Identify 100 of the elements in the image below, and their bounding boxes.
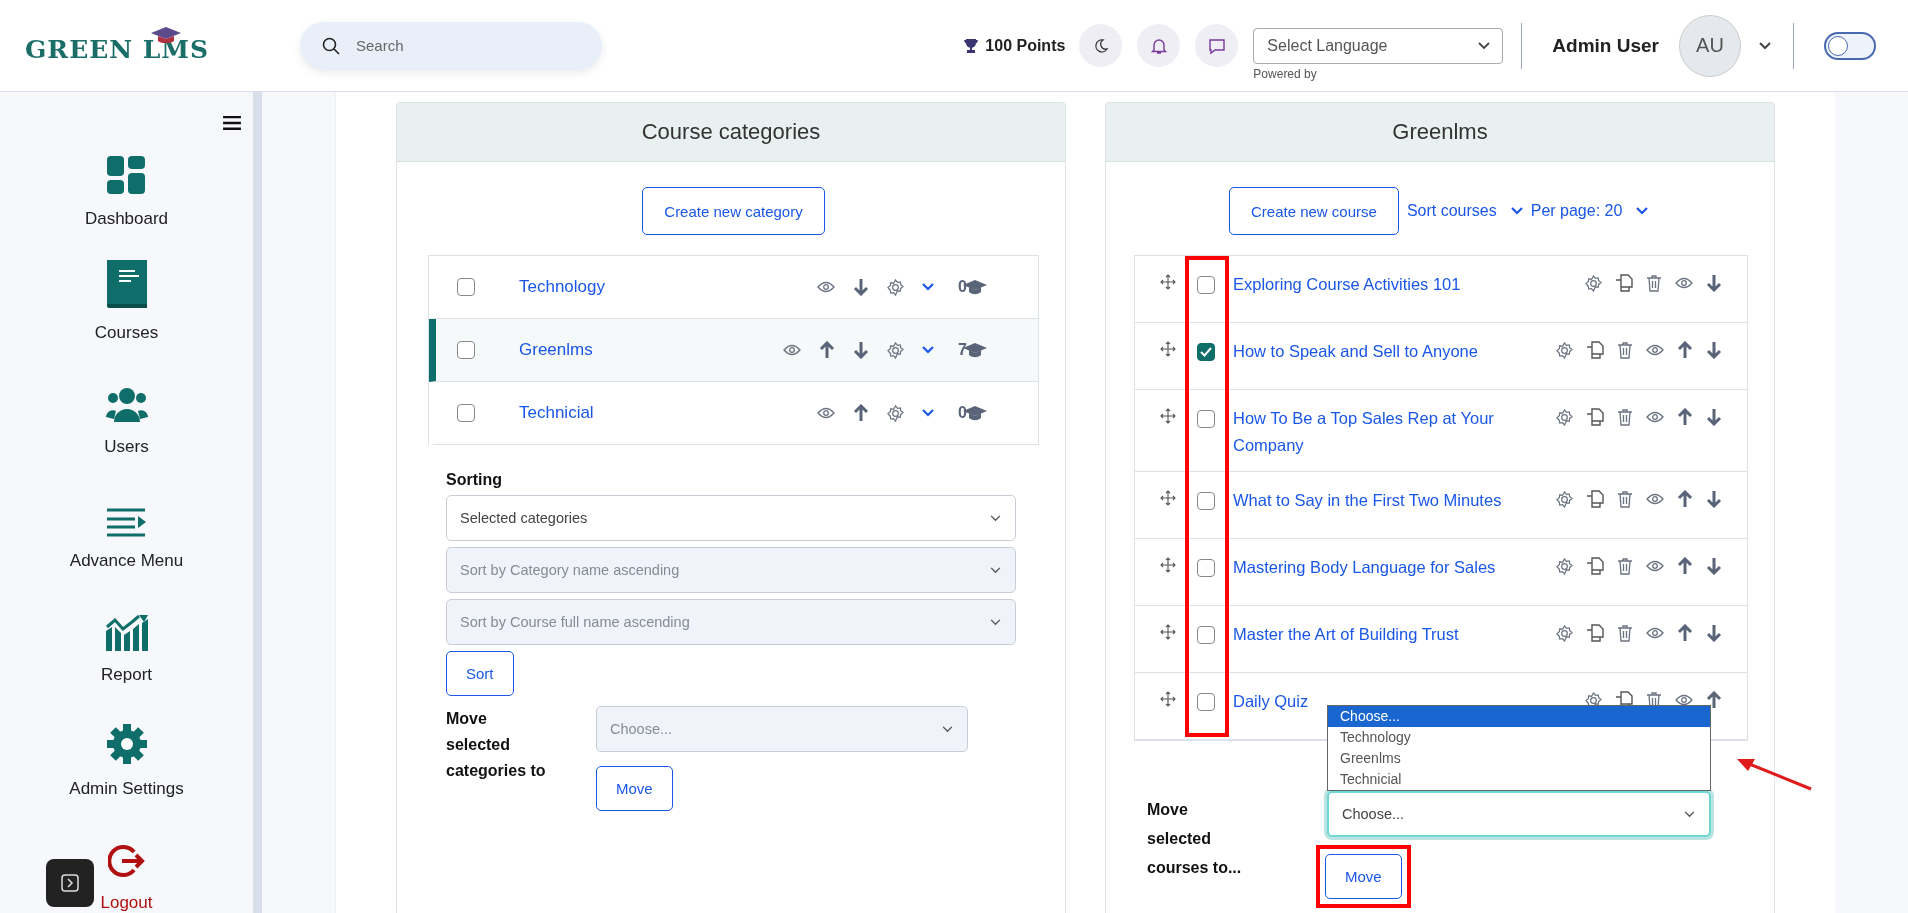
settings-icon[interactable] [887,404,904,422]
settings-icon[interactable] [887,341,904,359]
eye-icon[interactable] [817,281,835,293]
chevron-down-icon[interactable] [1510,207,1523,215]
arrow-up-icon[interactable] [1677,408,1693,426]
settings-icon[interactable] [1556,408,1573,426]
eye-icon[interactable] [783,344,801,356]
arrow-down-icon[interactable] [1706,408,1722,426]
category-link[interactable]: Greenlms [519,340,783,360]
sort-select[interactable]: Selected categories [446,495,1016,541]
chevron-down-icon[interactable] [922,283,934,291]
dropdown-option[interactable]: Choose... [1328,706,1710,727]
arrow-up-icon[interactable] [1677,624,1693,642]
copy-icon[interactable] [1586,557,1604,575]
copy-icon[interactable] [1586,490,1604,508]
move-button[interactable]: Move [1325,854,1402,899]
move-arrows-icon[interactable] [1160,490,1176,506]
arrow-up-icon[interactable] [1677,557,1693,575]
move-arrows-icon[interactable] [1160,341,1176,357]
course-link[interactable]: How To Be a Top Sales Rep at Your Company [1233,405,1533,459]
copy-icon[interactable] [1615,274,1633,292]
course-link[interactable]: How to Speak and Sell to Anyone [1233,338,1533,365]
move-arrows-icon[interactable] [1160,557,1176,573]
arrow-down-icon[interactable] [1706,557,1722,575]
user-avatar[interactable]: AU [1679,14,1741,77]
arrow-up-icon[interactable] [853,404,869,422]
trash-icon[interactable] [1617,557,1633,575]
dark-mode-button[interactable] [1079,24,1123,67]
arrow-down-icon[interactable] [853,278,869,296]
checkbox[interactable] [1197,626,1215,644]
sidebar-item[interactable]: Advance Menu [69,461,184,571]
sidebar-item[interactable]: Dashboard [84,133,169,229]
dropdown-option[interactable]: Greenlms [1328,748,1710,769]
category-select[interactable]: Choose... [1327,791,1711,837]
course-link[interactable]: What to Say in the First Two Minutes [1233,487,1533,514]
settings-icon[interactable] [887,278,904,296]
chevron-down-icon[interactable] [1759,41,1771,50]
settings-icon[interactable] [1556,490,1573,508]
checkbox[interactable] [457,341,475,359]
copy-icon[interactable] [1586,341,1604,359]
checkbox[interactable] [457,278,475,296]
move-button[interactable]: Move [596,766,673,811]
sidebar-item[interactable]: Users [104,347,149,457]
eye-icon[interactable] [1646,344,1664,356]
checkbox[interactable] [1197,410,1215,428]
checkbox[interactable] [1197,559,1215,577]
arrow-down-icon[interactable] [1706,490,1722,508]
arrow-up-icon[interactable] [1677,341,1693,359]
eye-icon[interactable] [1675,694,1693,706]
chevron-down-icon[interactable] [1636,207,1649,215]
eye-icon[interactable] [817,407,835,419]
toggle-switch[interactable] [1824,31,1876,60]
arrow-up-icon[interactable] [819,341,835,359]
course-link[interactable]: Mastering Body Language for Sales [1233,554,1533,581]
move-arrows-icon[interactable] [1160,274,1176,290]
trash-icon[interactable] [1617,408,1633,426]
arrow-up-icon[interactable] [1706,691,1722,709]
create-category-button[interactable]: Create new category [642,187,825,235]
move-arrows-icon[interactable] [1160,691,1176,707]
arrow-up-icon[interactable] [1677,490,1693,508]
arrow-down-icon[interactable] [1706,624,1722,642]
settings-icon[interactable] [1556,557,1573,575]
menu-icon[interactable] [223,116,241,130]
settings-icon[interactable] [1556,341,1573,359]
arrow-down-icon[interactable] [1706,274,1722,292]
expand-button[interactable] [46,859,94,907]
sort-courses-link[interactable]: Sort courses [1406,202,1497,220]
eye-icon[interactable] [1675,277,1693,289]
chevron-down-icon[interactable] [922,409,934,417]
eye-icon[interactable] [1646,560,1664,572]
category-link[interactable]: Technicial [519,403,817,423]
arrow-down-icon[interactable] [853,341,869,359]
search-field[interactable]: Search [300,21,602,70]
checkbox[interactable] [457,404,475,422]
copy-icon[interactable] [1586,624,1604,642]
language-select[interactable]: Select Language [1253,28,1504,64]
trash-icon[interactable] [1617,490,1633,508]
dropdown-option[interactable]: Technology [1328,727,1710,748]
eye-icon[interactable] [1646,627,1664,639]
move-arrows-icon[interactable] [1160,408,1176,424]
settings-icon[interactable] [1585,274,1602,292]
arrow-down-icon[interactable] [1706,341,1722,359]
checkbox[interactable] [1197,343,1215,361]
checkbox[interactable] [1197,276,1215,294]
logo[interactable]: GREEN LMS [25,27,210,64]
sidebar-item[interactable]: Logout [100,803,153,913]
course-link[interactable]: Master the Art of Building Trust [1233,621,1533,648]
copy-icon[interactable] [1586,408,1604,426]
checkbox[interactable] [1197,693,1215,711]
trash-icon[interactable] [1646,274,1662,292]
move-arrows-icon[interactable] [1160,624,1176,640]
chevron-down-icon[interactable] [922,346,934,354]
notifications-button[interactable] [1137,24,1181,67]
category-link[interactable]: Technology [519,277,817,297]
sidebar-item[interactable]: Report [101,575,152,685]
eye-icon[interactable] [1646,493,1664,505]
course-link[interactable]: Exploring Course Activities 101 [1233,271,1533,298]
settings-icon[interactable] [1556,624,1573,642]
sort-button[interactable]: Sort [446,651,514,696]
dropdown-option[interactable]: Technicial [1328,769,1710,790]
